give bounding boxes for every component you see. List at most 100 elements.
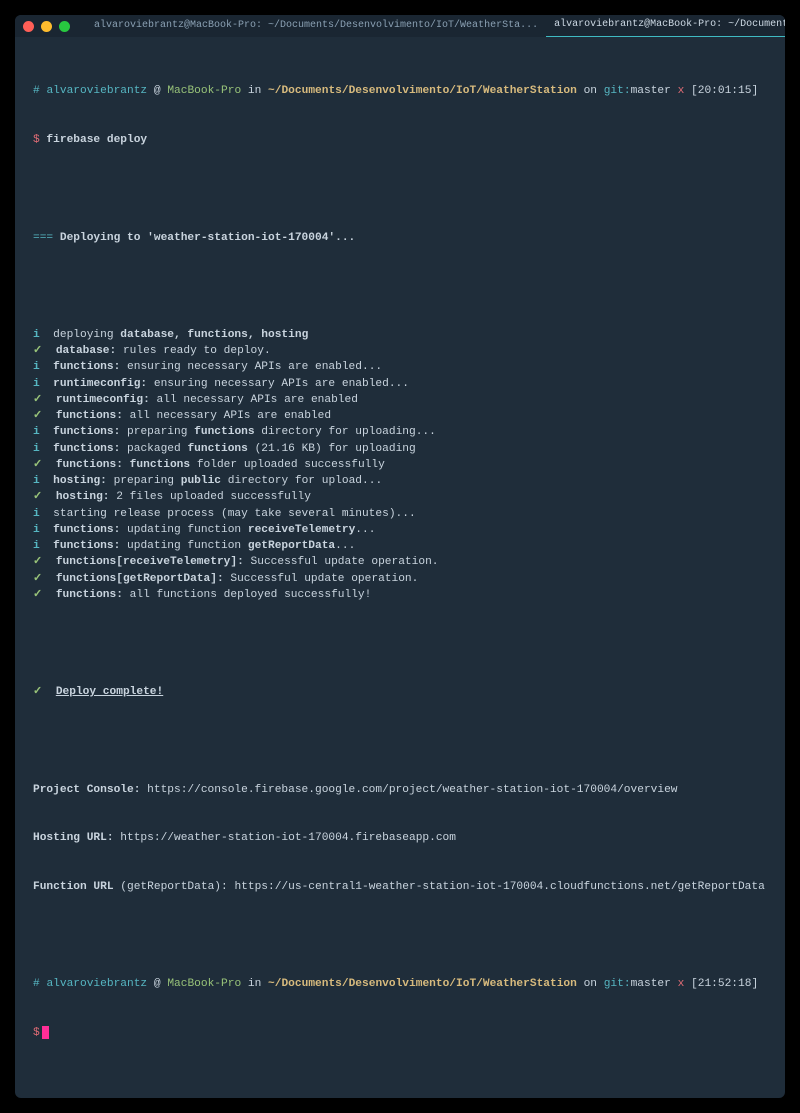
output-label: functions: [194, 426, 254, 438]
info-icon: i: [33, 524, 40, 536]
blank: [33, 635, 767, 651]
output-line: i functions: preparing functions directo…: [33, 424, 767, 440]
info-icon: i: [33, 426, 40, 438]
function-label: Function URL: [33, 881, 114, 893]
project-console-line: Project Console: https://console.firebas…: [33, 782, 767, 798]
hash-symbol: #: [33, 978, 40, 990]
output-text: ensuring necessary APIs are enabled...: [147, 378, 409, 390]
output-text: all functions deployed successfully!: [123, 589, 371, 601]
output-label: runtimeconfig:: [56, 394, 150, 406]
tab-1[interactable]: alvaroviebrantz@MacBook-Pro: ~/Documents…: [86, 15, 546, 37]
deploying-text: Deploying to 'weather-station-iot-170004…: [60, 232, 355, 244]
function-url-line: Function URL (getReportData): https://us…: [33, 879, 767, 895]
output-text: [40, 475, 53, 487]
output-label: public: [181, 475, 221, 487]
info-icon: i: [33, 361, 40, 373]
output-text: directory for uploading...: [255, 426, 436, 438]
branch: master: [631, 85, 671, 97]
cursor: [42, 1026, 49, 1039]
minimize-icon[interactable]: [41, 21, 52, 32]
info-icon: i: [33, 329, 40, 341]
command-line-2: $: [33, 1025, 767, 1041]
git: git:: [604, 85, 631, 97]
git-dirty: x: [671, 85, 684, 97]
deploying-header: === Deploying to 'weather-station-iot-17…: [33, 230, 767, 246]
output-label: runtimeconfig:: [53, 378, 147, 390]
hosting-url: https://weather-station-iot-170004.fireb…: [114, 832, 456, 844]
eq-prefix: ===: [33, 232, 60, 244]
output-label: functions:: [53, 426, 120, 438]
blank: [33, 928, 767, 944]
output-text: [42, 459, 55, 471]
at: @: [147, 85, 167, 97]
check-icon: ✓: [33, 394, 42, 406]
prompt-line: # alvaroviebrantz @ MacBook-Pro in ~/Doc…: [33, 83, 767, 99]
in: in: [241, 978, 268, 990]
output-text: [42, 589, 55, 601]
close-icon[interactable]: [23, 21, 34, 32]
output-line: i functions: packaged functions (21.16 K…: [33, 441, 767, 457]
tab-bar: alvaroviebrantz@MacBook-Pro: ~/Documents…: [86, 15, 785, 37]
output-label: functions: [130, 459, 190, 471]
output-text: preparing: [107, 475, 181, 487]
blank: [33, 733, 767, 749]
output-line: ✓ runtimeconfig: all necessary APIs are …: [33, 392, 767, 408]
output-label: functions[getReportData]:: [56, 573, 224, 585]
check-icon: ✓: [33, 459, 42, 471]
git-dirty: x: [671, 978, 684, 990]
output-line: i starting release process (may take sev…: [33, 506, 767, 522]
check-icon: ✓: [33, 686, 42, 698]
output-line: i functions: updating function getReport…: [33, 538, 767, 554]
command: firebase deploy: [40, 134, 147, 146]
check-icon: ✓: [33, 556, 42, 568]
output-text: 2 files uploaded successfully: [110, 491, 311, 503]
check-icon: ✓: [33, 410, 42, 422]
git: git:: [604, 978, 631, 990]
output-text: [42, 410, 55, 422]
check-icon: ✓: [33, 491, 42, 503]
output-text: all necessary APIs are enabled: [123, 410, 331, 422]
console-label: Project Console:: [33, 784, 140, 796]
time: [21:52:18]: [684, 978, 758, 990]
output-line: i functions: updating function receiveTe…: [33, 522, 767, 538]
output-text: [40, 443, 53, 455]
blank: [33, 278, 767, 294]
output-text: Successful update operation.: [244, 556, 439, 568]
output-label: hosting:: [56, 491, 110, 503]
deploy-complete: ✓ Deploy complete!: [33, 684, 767, 700]
output-lines: i deploying database, functions, hosting…: [33, 327, 767, 603]
output-label: database, functions, hosting: [120, 329, 308, 341]
on: on: [577, 85, 604, 97]
output-line: ✓ hosting: 2 files uploaded successfully: [33, 489, 767, 505]
prompt-symbol: $: [33, 1027, 40, 1039]
output-text: directory for upload...: [221, 475, 382, 487]
output-text: [42, 573, 55, 585]
hosting-label: Hosting URL:: [33, 832, 114, 844]
username: alvaroviebrantz: [46, 978, 147, 990]
hosting-url-line: Hosting URL: https://weather-station-iot…: [33, 830, 767, 846]
output-text: (21.16 KB) for uploading: [248, 443, 416, 455]
tab-2[interactable]: alvaroviebrantz@MacBook-Pro: ~/Documents…: [546, 15, 785, 37]
info-icon: i: [33, 508, 40, 520]
output-text: folder uploaded successfully: [190, 459, 385, 471]
output-line: ✓ functions[receiveTelemetry]: Successfu…: [33, 554, 767, 570]
output-label: functions:: [53, 443, 120, 455]
output-text: rules ready to deploy.: [116, 345, 270, 357]
time: [20:01:15]: [684, 85, 758, 97]
on: on: [577, 978, 604, 990]
output-text: [40, 378, 53, 390]
output-text: starting release process (may take sever…: [40, 508, 416, 520]
deploy-complete-text: Deploy complete!: [56, 686, 163, 698]
output-text: [42, 491, 55, 503]
output-label: hosting:: [53, 475, 107, 487]
output-text: ...: [335, 540, 355, 552]
output-label: functions:: [56, 410, 123, 422]
output-label: functions:: [56, 459, 123, 471]
output-line: i hosting: preparing public directory fo…: [33, 473, 767, 489]
terminal-content[interactable]: # alvaroviebrantz @ MacBook-Pro in ~/Doc…: [15, 37, 785, 1098]
zoom-icon[interactable]: [59, 21, 70, 32]
output-text: [40, 361, 53, 373]
output-text: [40, 426, 53, 438]
function-url: https://us-central1-weather-station-iot-…: [234, 881, 764, 893]
hash-symbol: #: [33, 85, 40, 97]
